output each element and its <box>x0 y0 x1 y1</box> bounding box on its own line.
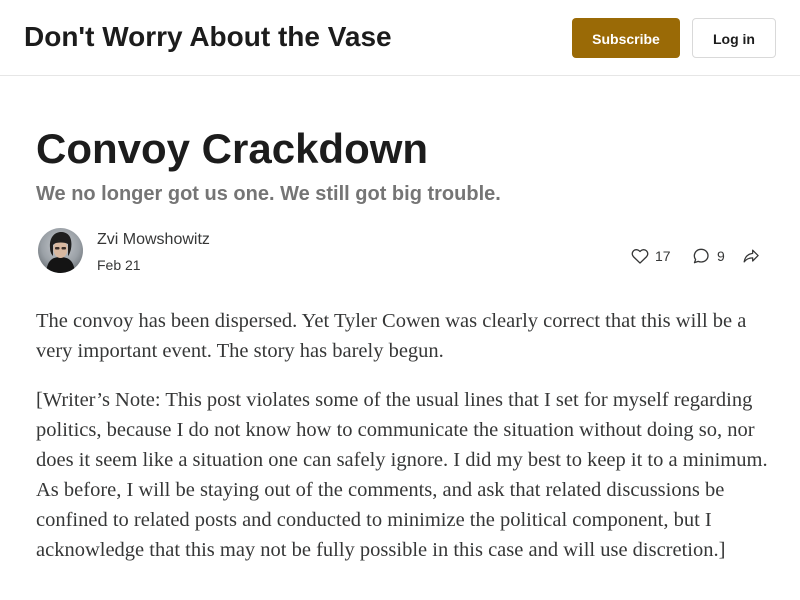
post-title: Convoy Crackdown <box>36 125 429 172</box>
body-paragraph: [Writer’s Note: This post violates some … <box>36 389 768 561</box>
heart-icon <box>631 248 649 264</box>
post-subtitle: We no longer got us one. We still got bi… <box>36 183 501 205</box>
like-button[interactable]: 17 <box>630 244 676 268</box>
subscribe-button[interactable]: Subscribe <box>572 18 680 58</box>
comment-count: 9 <box>717 248 725 264</box>
author-avatar[interactable] <box>38 228 83 273</box>
like-count: 17 <box>655 248 671 264</box>
author-name[interactable]: Zvi Mowshowitz <box>97 230 210 250</box>
body-paragraph: The convoy has been dispersed. Yet Tyler… <box>36 310 747 362</box>
top-navigation-bar: Don't Worry About the Vase Subscribe Log… <box>0 0 800 76</box>
comment-button[interactable]: 9 <box>691 244 729 268</box>
post-date: Feb 21 <box>97 257 141 273</box>
author-avatar-image <box>38 228 83 273</box>
login-button[interactable]: Log in <box>692 18 776 58</box>
share-button[interactable] <box>741 244 763 268</box>
site-title[interactable]: Don't Worry About the Vase <box>24 19 392 55</box>
comment-icon <box>693 248 709 264</box>
share-icon <box>743 249 759 263</box>
